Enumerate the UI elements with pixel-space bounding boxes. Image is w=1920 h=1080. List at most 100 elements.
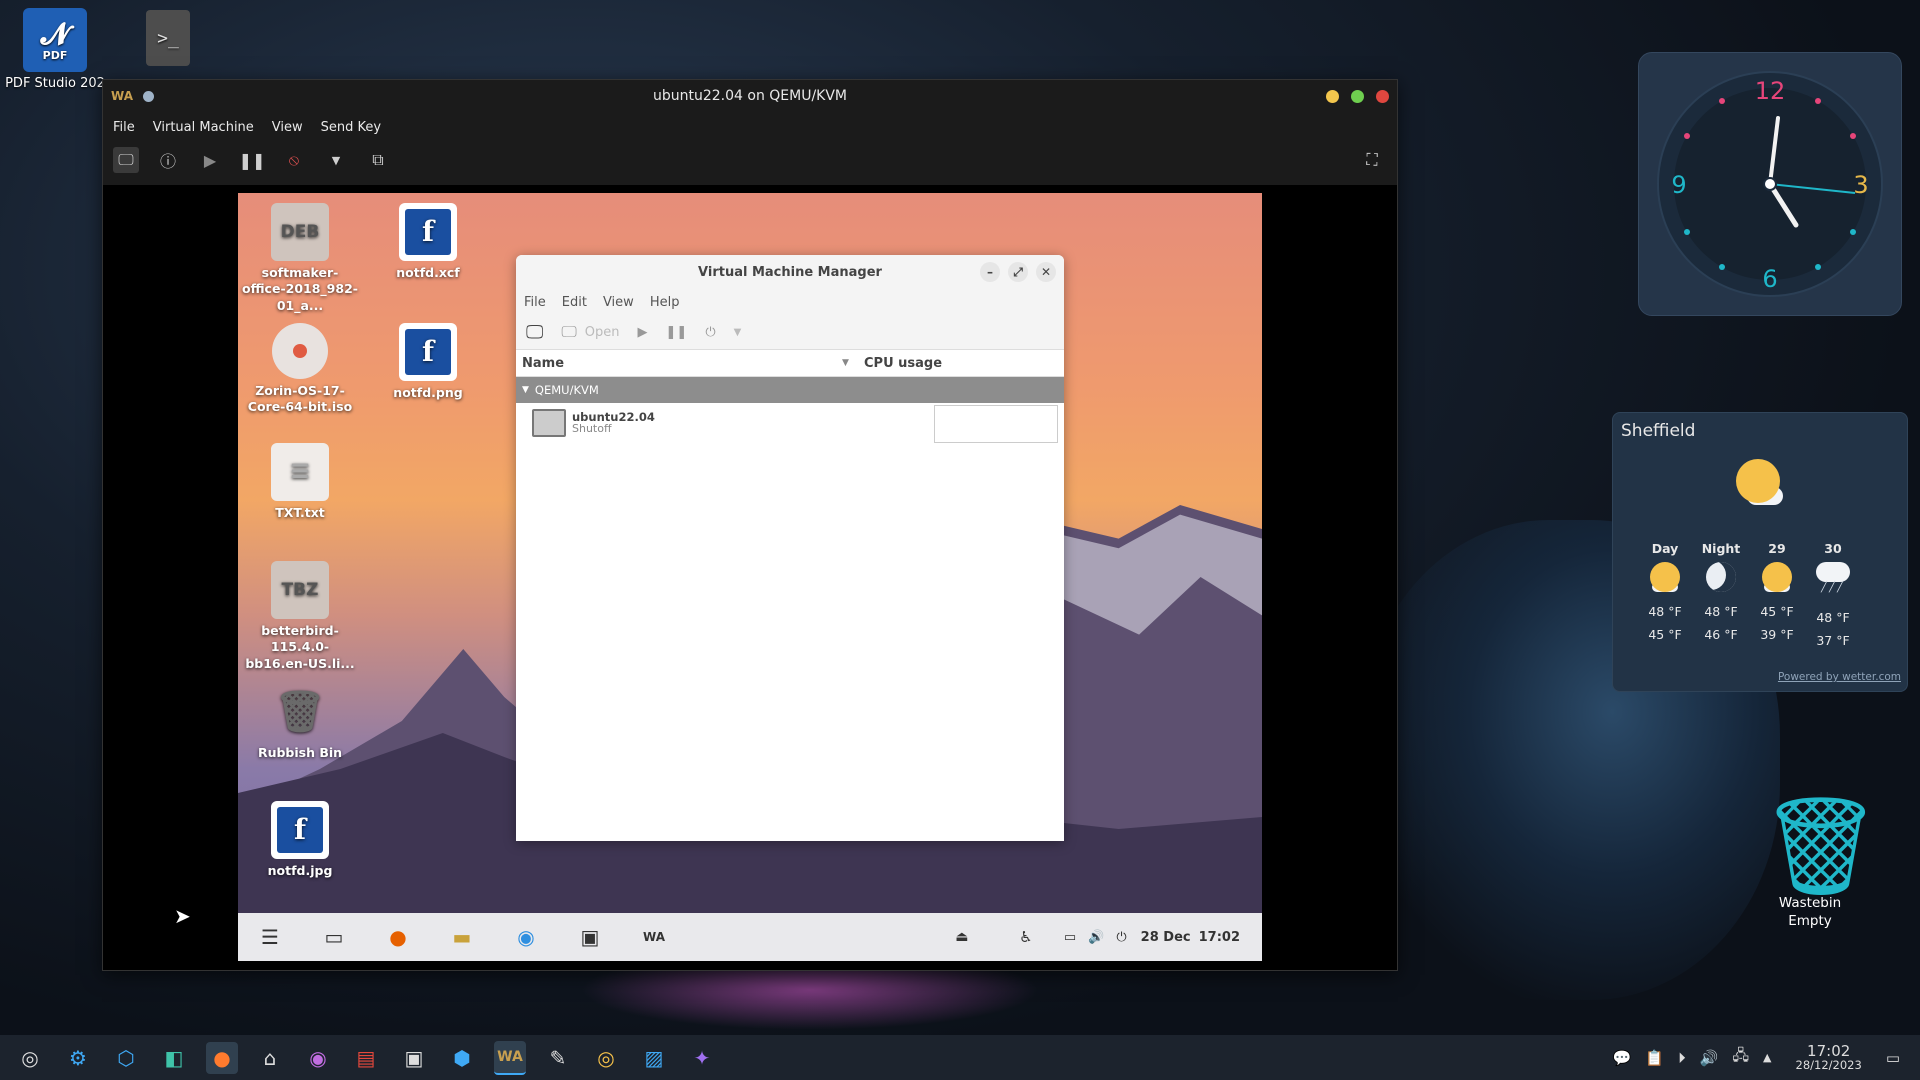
media-icon[interactable]: ⏵ [1678, 1049, 1686, 1067]
terminal-icon[interactable]: ▣ [398, 1042, 430, 1074]
run-icon[interactable]: ▶ [638, 325, 648, 340]
host-clock[interactable]: 17:02 28/12/2023 [1796, 1043, 1862, 1072]
open-button-label[interactable]: Open [585, 325, 620, 340]
connection-group[interactable]: ▼ QEMU/KVM [516, 377, 1064, 403]
power-icon[interactable]: ⏻ [705, 325, 715, 340]
guest-desktop[interactable]: DEB softmaker-office-2018_982-01_a... f … [238, 193, 1262, 961]
app-launcher-icon[interactable]: ◎ [14, 1042, 46, 1074]
image-viewer-icon[interactable]: ▨ [638, 1042, 670, 1074]
kate-icon[interactable]: ✎ [542, 1042, 574, 1074]
terminal-icon[interactable]: ▣ [572, 922, 608, 952]
guest-icon-rubbish-bin[interactable]: 🗑 Rubbish Bin [240, 683, 360, 761]
guest-icon-txt[interactable]: ≡ TXT.txt [240, 443, 360, 521]
files-icon[interactable]: ▬ [444, 922, 480, 952]
eject-icon[interactable]: ⏏ [944, 922, 980, 952]
minimize-button[interactable] [1326, 89, 1339, 103]
vmm-titlebar[interactable]: Virtual Machine Manager – ⤢ ✕ [516, 255, 1064, 289]
text-editor-icon[interactable]: ▤ [350, 1042, 382, 1074]
guest-icon-notfd-xcf[interactable]: f notfd.xcf [368, 203, 488, 281]
text-file-icon: ≡ [271, 443, 329, 501]
shutdown-menu-chevron-icon[interactable]: ▼ [323, 147, 349, 173]
menu-send-key[interactable]: Send Key [321, 120, 381, 135]
vmm-menu-help[interactable]: Help [650, 295, 680, 310]
kdeconnect-icon[interactable]: ✦ [686, 1042, 718, 1074]
pause-icon[interactable]: ❚❚ [666, 325, 688, 340]
menu-virtual-machine[interactable]: Virtual Machine [153, 120, 254, 135]
sort-chevron-icon[interactable]: ▼ [842, 358, 862, 368]
discover-icon[interactable]: ⬡ [110, 1042, 142, 1074]
guest-icon-notfd-jpg[interactable]: f notfd.jpg [240, 801, 360, 879]
desktop-icon-terminal[interactable]: >_ [118, 10, 218, 66]
close-icon[interactable]: ✕ [1036, 262, 1056, 282]
guest-icon-label: betterbird-115.4.0-bb16.en-US.li... [245, 623, 355, 671]
clock-number-12: 12 [1755, 77, 1786, 105]
guest-icon-betterbird[interactable]: TBZ betterbird-115.4.0-bb16.en-US.li... [240, 561, 360, 672]
camera-icon[interactable]: ◉ [302, 1042, 334, 1074]
virt-manager-icon[interactable]: WA [494, 1040, 526, 1075]
menu-file[interactable]: File [113, 120, 135, 135]
analog-clock-widget[interactable]: 12 3 6 9 [1638, 52, 1902, 316]
console-view-icon[interactable]: 🖵 [113, 147, 139, 173]
clock-number-3: 3 [1853, 171, 1868, 199]
zorin-menu-icon[interactable]: ☰ [252, 922, 288, 952]
show-desktop-icon[interactable]: ▭ [1886, 1049, 1900, 1067]
package-icon[interactable]: ⬢ [446, 1042, 478, 1074]
desktop-icon-pdf-studio[interactable]: 𝓝 PDF PDF Studio 202 [5, 8, 105, 91]
fullscreen-icon[interactable]: ⛶ [1359, 147, 1385, 173]
guest-icon-notfd-png[interactable]: f notfd.png [368, 323, 488, 401]
maximize-icon[interactable]: ⤢ [1008, 262, 1028, 282]
new-vm-icon[interactable]: 🖵 [526, 322, 543, 343]
guest-date[interactable]: 28 Dec [1141, 930, 1191, 945]
vm-display[interactable]: DEB softmaker-office-2018_982-01_a... f … [103, 185, 1397, 970]
host-time: 17:02 [1807, 1041, 1851, 1060]
media-player-icon[interactable]: ◎ [590, 1042, 622, 1074]
volume-icon[interactable]: 🔊 [1700, 1049, 1719, 1067]
software-store-icon[interactable]: ◉ [508, 922, 544, 952]
vmm-menu-edit[interactable]: Edit [562, 295, 587, 310]
close-button[interactable] [1376, 89, 1389, 103]
virt-manager-icon[interactable]: WA [636, 922, 672, 952]
guest-icon-label: Rubbish Bin [257, 745, 343, 760]
vm-titlebar[interactable]: WA ubuntu22.04 on QEMU/KVM [103, 80, 1397, 112]
details-view-icon[interactable]: ⓘ [155, 147, 181, 173]
run-icon[interactable]: ▶ [197, 147, 223, 173]
clipboard-icon[interactable]: 📋 [1645, 1049, 1664, 1067]
weather-widget[interactable]: Sheffield Day 48 °F 45 °F Night 48 °F 46… [1612, 412, 1908, 692]
shutdown-icon[interactable]: ⦸ [281, 147, 307, 173]
display-icon[interactable]: ▭ [1064, 930, 1076, 945]
expander-chevron-icon[interactable]: ▼ [522, 385, 529, 395]
column-name[interactable]: Name [516, 356, 842, 371]
pause-icon[interactable]: ❚❚ [239, 147, 266, 173]
guest-icon-zorin-iso[interactable]: Zorin-OS-17-Core-64-bit.iso [240, 323, 360, 416]
shutdown-menu-chevron-icon[interactable]: ▼ [734, 327, 742, 338]
weather-credit-link[interactable]: Powered by wetter.com [1778, 671, 1901, 683]
vm-list-item[interactable]: ubuntu22.04 Shutoff [516, 403, 1064, 443]
minimize-icon[interactable]: – [980, 262, 1000, 282]
trash-icon: 🗑 [274, 689, 326, 735]
vmm-menu-file[interactable]: File [524, 295, 546, 310]
wastebin-widget[interactable]: 🗑 Wastebin Empty [1760, 790, 1882, 930]
accessibility-icon[interactable]: ♿ [1008, 922, 1044, 952]
firefox-icon[interactable]: ● [380, 922, 416, 952]
firefox-icon[interactable]: ● [206, 1041, 238, 1074]
wastebin-trash-icon: 🗑 [1760, 790, 1882, 902]
network-icon[interactable]: 🖧 [1732, 1045, 1749, 1070]
guest-time[interactable]: 17:02 [1199, 930, 1240, 945]
file-manager-icon[interactable]: ◧ [158, 1042, 190, 1074]
tray-expand-chevron-icon[interactable]: ▲ [1763, 1051, 1771, 1064]
maximize-button[interactable] [1351, 89, 1364, 103]
system-tray: 💬 📋 ⏵ 🔊 🖧 ▲ 17:02 28/12/2023 ▭ [1613, 1035, 1900, 1080]
column-cpu-usage[interactable]: CPU usage [862, 356, 942, 371]
guest-icon-softmaker[interactable]: DEB softmaker-office-2018_982-01_a... [240, 203, 360, 314]
home-icon[interactable]: ⌂ [254, 1042, 286, 1074]
notifications-icon[interactable]: 💬 [1613, 1049, 1632, 1067]
system-settings-icon[interactable]: ⚙ [62, 1042, 94, 1074]
workspaces-icon[interactable]: ▭ [316, 922, 352, 952]
open-console-icon[interactable]: 🖵 [561, 322, 576, 342]
snapshots-icon[interactable]: ⧉ [365, 147, 391, 173]
menu-view[interactable]: View [272, 120, 303, 135]
volume-icon[interactable]: 🔊 [1088, 930, 1104, 945]
vmm-menu-view[interactable]: View [603, 295, 634, 310]
image-file-icon: f [399, 323, 457, 381]
power-icon[interactable]: ⏻ [1116, 930, 1126, 945]
